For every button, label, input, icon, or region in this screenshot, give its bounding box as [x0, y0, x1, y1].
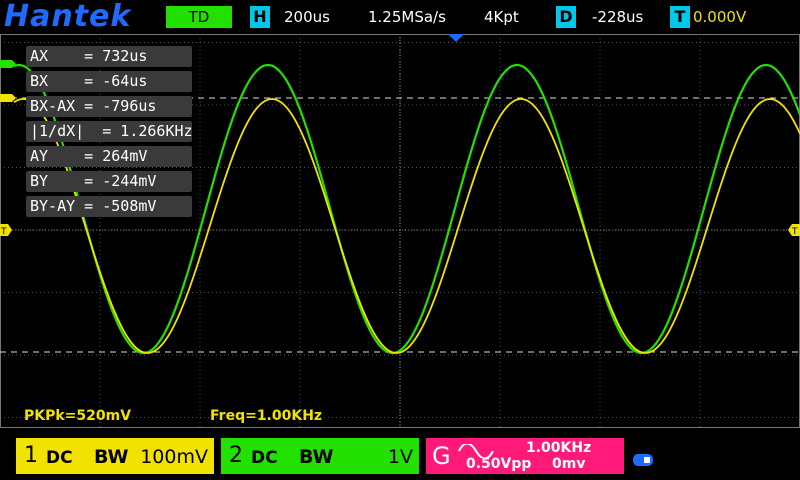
cursor-ax: AX = 732us [26, 46, 192, 67]
delay-key[interactable]: D [556, 6, 576, 28]
trigger-key[interactable]: T [670, 6, 690, 28]
ch1-scale: 100mV [140, 446, 208, 468]
cursor-dy: BY-AY = -508mV [26, 196, 192, 217]
trigger-level-marker-left-label: T [0, 227, 7, 237]
cursor-dx: BX-AX = -796us [26, 96, 192, 117]
delay-value: -228us [592, 8, 644, 26]
sample-rate: 1.25MSa/s [368, 8, 446, 26]
generator-frequency: 1.00KHz [526, 440, 592, 456]
grid [0, 34, 800, 430]
measurement-freq: Freq=1.00KHz [210, 408, 323, 424]
timebase-value: 200us [284, 8, 330, 26]
ch1-number: 1 [24, 443, 38, 468]
brand-logo: Hantek [4, 0, 132, 34]
ch2-number: 2 [229, 443, 243, 468]
cursor-bx: BX = -64us [26, 71, 192, 92]
measurement-pkpk: PKPk=520mV [24, 408, 132, 424]
cursor-by: BY = -244mV [26, 171, 192, 192]
ch1-bandwidth-limit: BW [94, 446, 129, 468]
cursor-ay: AY = 264mV [26, 146, 192, 167]
cursor-inv-dx: |1/dX| = 1.266KHz [26, 121, 193, 142]
memory-depth: 4Kpt [484, 8, 519, 26]
ch1-coupling: DC [46, 448, 73, 468]
timebase-key[interactable]: H [250, 6, 270, 28]
trigger-position-marker[interactable] [448, 34, 464, 42]
ch1-settings[interactable]: 1 DC BW 100mV [16, 438, 214, 474]
ch1-ground-marker[interactable] [0, 94, 16, 102]
ch2-coupling: DC [251, 448, 278, 468]
mode-badge[interactable]: TD [166, 6, 232, 28]
ch2-scale: 1V [387, 446, 413, 468]
generator-settings[interactable]: G 1.00KHz 0.50Vpp 0mv [426, 438, 624, 474]
waveform-display[interactable]: T T [0, 34, 800, 430]
generator-offset: 0mv [552, 456, 586, 472]
ch2-bandwidth-limit: BW [299, 446, 334, 468]
generator-label: G [432, 442, 451, 470]
trigger-level-marker-right-label: T [791, 227, 798, 237]
ch2-ground-marker[interactable] [0, 60, 16, 68]
generator-amplitude: 0.50Vpp [466, 456, 532, 472]
trigger-level: 0.000V [693, 8, 747, 26]
ch2-settings[interactable]: 2 DC BW 1V [221, 438, 419, 474]
status-bar: Hantek TD H 200us 1.25MSa/s 4Kpt D -228u… [0, 0, 800, 34]
usb-icon [633, 454, 653, 466]
channel-bar: 1 DC BW 100mV 2 DC BW 1V G 1.00KHz 0.50V… [0, 436, 800, 480]
